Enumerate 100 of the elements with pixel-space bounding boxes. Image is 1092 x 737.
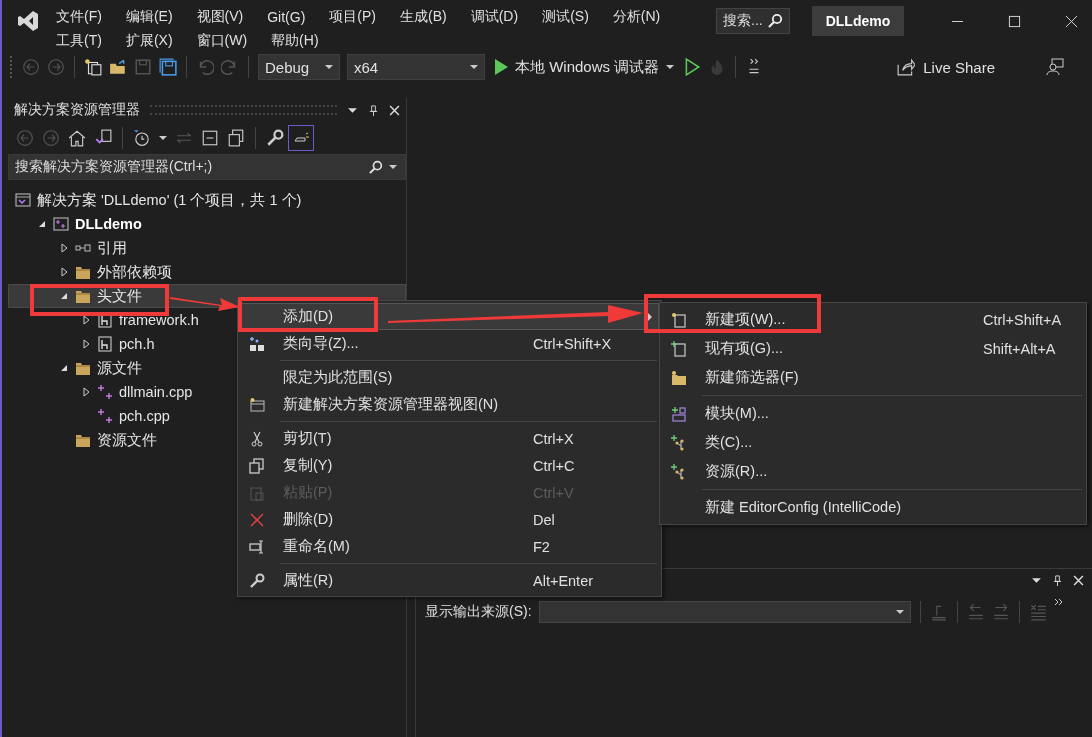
home-icon[interactable] [68,129,86,147]
menu-item[interactable]: 现有项(G)... Shift+Alt+A [662,334,1084,363]
tree-item[interactable]: 外部依赖项 [8,260,406,284]
start-debugging-button[interactable]: 本地 Windows 调试器 [492,57,677,77]
menu-item[interactable]: 复制(Y) Ctrl+C [240,452,659,479]
tree-item-label: 外部依赖项 [97,262,172,282]
collapsed-arrow-icon[interactable] [81,339,91,349]
copy-icon[interactable] [227,129,245,147]
tree-item[interactable]: DLLdemo [8,212,406,236]
search-field[interactable]: 搜索解决方案资源管理器(Ctrl+;) [8,154,406,180]
expanded-arrow-icon[interactable] [37,219,47,229]
menu-item[interactable]: 项目(P) [329,8,376,26]
menu-item[interactable]: 剪切(T) Ctrl+X [240,425,659,452]
pin-icon[interactable] [1052,575,1063,586]
folder-icon [75,264,91,280]
collapsed-arrow-icon[interactable] [81,387,91,397]
rename-icon [249,538,265,555]
tree-item-label: 引用 [97,238,127,258]
menu-item[interactable]: 生成(B) [400,8,447,26]
new-item-icon [671,311,687,328]
tree-item-label: 资源文件 [97,430,157,450]
caret-icon[interactable] [159,136,167,140]
menu-item[interactable]: 类向导(Z)... Ctrl+Shift+X [240,330,659,357]
overflow-icon[interactable] [1053,597,1064,607]
add-item-icon [671,340,687,357]
pin-icon[interactable] [368,104,379,116]
close-icon[interactable] [1065,15,1078,28]
collapsed-arrow-icon[interactable] [59,267,69,277]
new-view-icon [249,396,265,413]
tree-item[interactable]: 引用 [8,236,406,260]
folder-icon [75,288,91,304]
new-project-icon[interactable] [84,58,102,76]
wrench-icon[interactable] [266,129,284,147]
tree-item-label: pch.cpp [119,408,170,424]
collapsed-arrow-icon[interactable] [81,315,91,325]
menu-item[interactable]: 属性(R) Alt+Enter [240,567,659,594]
menu-item[interactable]: 扩展(X) [125,32,173,50]
collapsed-arrow-icon[interactable] [59,243,69,253]
menu-item[interactable]: 视图(V) [196,8,244,26]
tree-item-label: 头文件 [97,286,142,306]
delete-icon [249,511,265,528]
save-all-icon[interactable] [159,58,177,76]
tree-item-label: 源文件 [97,358,142,378]
close-icon[interactable] [1073,575,1084,586]
menu-item[interactable]: Git(G) [267,9,306,25]
wrench-icon [249,572,265,589]
menu-item[interactable]: 帮助(H) [271,32,319,50]
output-source-label: 显示输出来源(S): [425,603,532,621]
cpp-file-icon [97,384,113,400]
menu-item[interactable]: 窗口(W) [196,32,248,50]
feedback-icon[interactable] [1046,58,1064,76]
open-folder-icon[interactable] [109,58,127,76]
play-icon [494,59,508,75]
caret-icon[interactable] [389,165,397,169]
header-file-icon [97,336,113,352]
menu-item[interactable]: 删除(D) Del [240,506,659,533]
menu-item[interactable]: 测试(S) [542,8,589,26]
menu-item[interactable]: 新建解决方案资源管理器视图(N) [240,391,659,418]
solution-icon [15,192,31,208]
menu-item[interactable]: 编辑(E) [125,8,173,26]
collapse-all-icon[interactable] [201,129,219,147]
clipboard-icon [249,484,265,501]
menu-item[interactable]: 重命名(M) F2 [240,533,659,560]
expanded-arrow-icon[interactable] [59,291,69,301]
menu-item[interactable]: 调试(D) [470,8,519,26]
menu-item[interactable]: 新建 EditorConfig (IntelliCode) [662,493,1084,522]
menu-item[interactable]: 新建筛选器(F) [662,363,1084,392]
clock-icon[interactable] [133,129,151,147]
menu-item[interactable]: 模块(M)... [662,399,1084,428]
app-logo-icon [16,9,40,33]
switch-views-icon[interactable] [94,129,112,147]
menu-item[interactable]: 资源(R)... [662,457,1084,486]
menu-item[interactable]: 分析(N) [612,8,661,26]
menu-item[interactable]: 文件(F) [56,8,102,26]
start-without-debugging-icon[interactable] [683,58,702,76]
caret-icon [895,610,904,614]
window-title: DLLdemo [811,6,905,36]
tree-item[interactable]: 解决方案 'DLLdemo' (1 个项目，共 1 个) [8,188,406,212]
toolbar-grip[interactable] [10,56,15,78]
maximize-icon[interactable] [1008,15,1021,28]
cpp-file-icon [97,408,113,424]
menu-item[interactable]: 新建项(W)... Ctrl+Shift+A [662,305,1084,334]
live-share-button[interactable]: Live Share [891,57,1001,77]
menu-item[interactable]: 工具(T) [56,32,102,50]
expanded-arrow-icon[interactable] [59,363,69,373]
menu-item[interactable]: 类(C)... [662,428,1084,457]
tree-item-label: DLLdemo [75,216,142,232]
share-icon [897,58,916,76]
drag-grip[interactable] [150,105,337,115]
platform-dropdown[interactable]: x64 [347,54,485,80]
caret-icon [325,65,333,69]
configuration-dropdown[interactable]: Debug [258,54,340,80]
project-icon [53,216,69,232]
menu-item[interactable]: 限定为此范围(S) [240,364,659,391]
tree-item-label: 解决方案 'DLLdemo' (1 个项目，共 1 个) [37,190,302,210]
close-icon[interactable] [389,104,400,116]
folder-icon [671,369,687,386]
folder-icon [75,360,91,376]
caret-icon[interactable] [1031,575,1042,586]
search-field[interactable]: 搜索... [716,8,790,34]
